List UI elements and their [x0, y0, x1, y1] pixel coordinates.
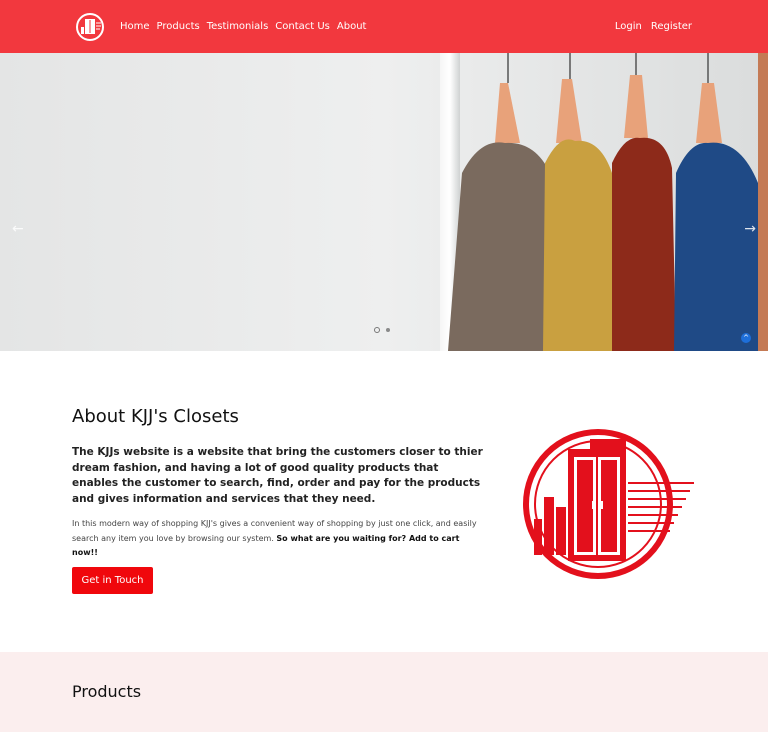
about-section: About KJJ's Closets The KJJs website is …: [0, 351, 768, 652]
nav-testimonials[interactable]: Testimonials: [207, 21, 269, 32]
hero-carousel: ← →: [0, 53, 768, 351]
back-to-top-icon[interactable]: ^: [741, 333, 751, 343]
carousel-indicator-2[interactable]: [386, 328, 390, 332]
carousel-prev-arrow-icon[interactable]: ←: [12, 221, 24, 237]
kjj-closet-logo-icon: [520, 427, 696, 581]
nav-contact-us[interactable]: Contact Us: [275, 21, 330, 32]
get-in-touch-button[interactable]: Get in Touch: [72, 567, 153, 594]
auth-links: Login Register: [615, 0, 692, 53]
products-title: Products: [72, 682, 142, 701]
carousel-indicators: [374, 327, 390, 333]
register-link[interactable]: Register: [651, 21, 692, 32]
hero-slide-image: [0, 53, 768, 351]
main-nav: Home Products Testimonials Contact Us Ab…: [120, 0, 366, 53]
about-title: About KJJ's Closets: [72, 406, 239, 427]
nav-products[interactable]: Products: [157, 21, 200, 32]
carousel-indicator-1[interactable]: [374, 327, 380, 333]
login-link[interactable]: Login: [615, 21, 642, 32]
about-body-text: In this modern way of shopping KJJ's giv…: [72, 517, 484, 561]
nav-home[interactable]: Home: [120, 21, 150, 32]
about-lead-text: The KJJs website is a website that bring…: [72, 446, 483, 505]
products-section: Products: [0, 652, 768, 732]
carousel-next-arrow-icon[interactable]: →: [744, 221, 756, 237]
navbar: Home Products Testimonials Contact Us Ab…: [0, 0, 768, 53]
brand-logo-icon[interactable]: [76, 13, 104, 41]
nav-about[interactable]: About: [337, 21, 367, 32]
